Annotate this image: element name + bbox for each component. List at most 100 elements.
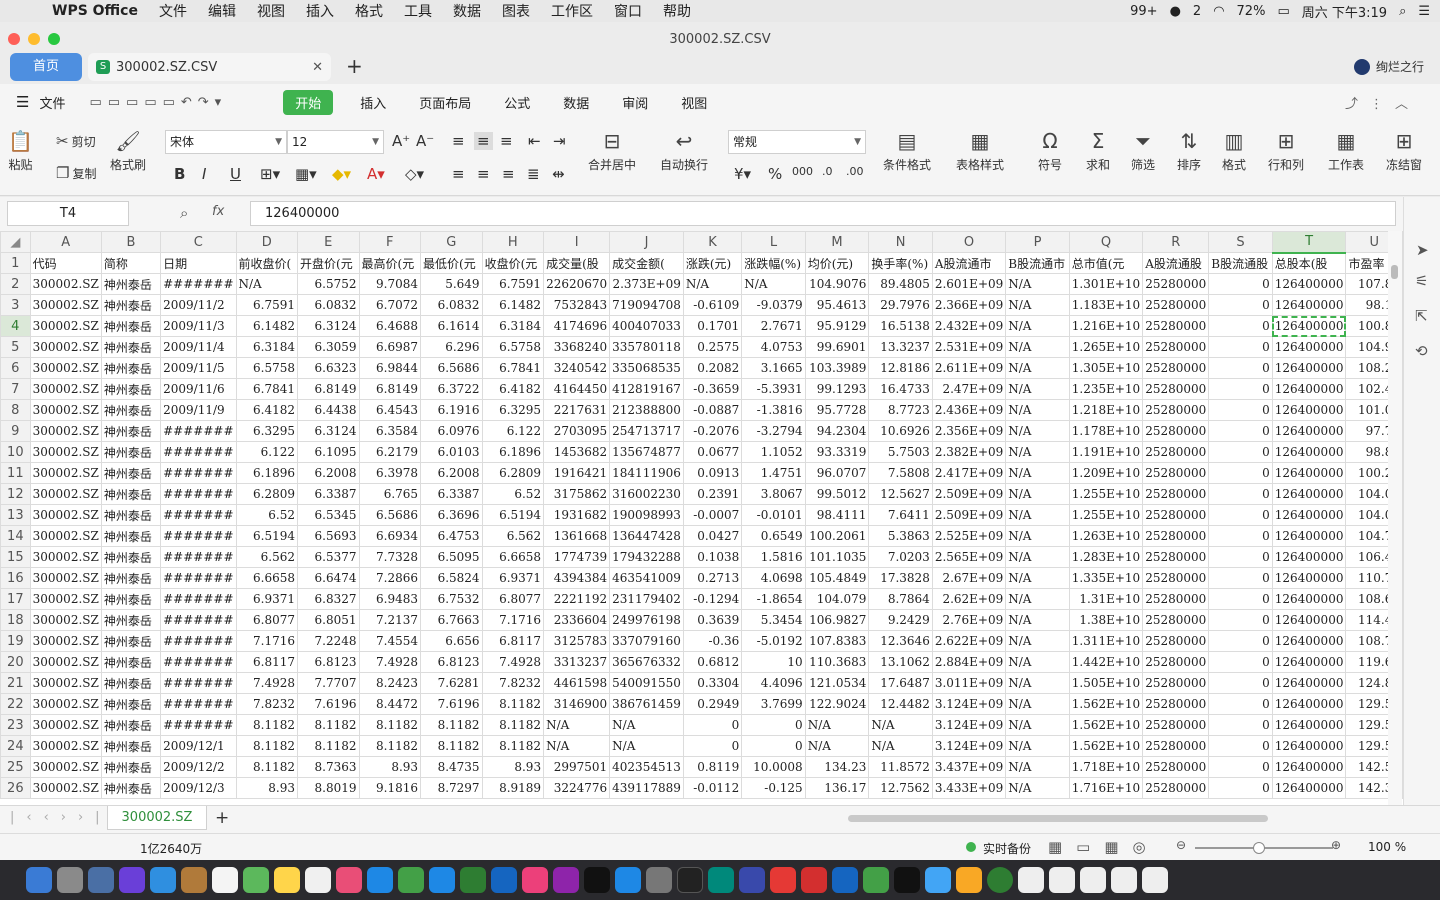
name-box[interactable]: T4: [7, 201, 129, 226]
cell[interactable]: 神州泰岳: [100, 756, 162, 778]
cell[interactable]: 2336604: [543, 609, 611, 631]
cell[interactable]: 神州泰岳: [100, 735, 162, 757]
cell[interactable]: 6.3184: [481, 315, 545, 337]
cell[interactable]: 6.5752: [297, 273, 360, 295]
cell[interactable]: 6.7663: [420, 609, 483, 631]
cell[interactable]: 104.079: [804, 588, 870, 610]
minimized-window-1[interactable]: [1018, 867, 1044, 893]
row-header[interactable]: 16: [0, 567, 31, 589]
cell[interactable]: 5.3454: [741, 609, 806, 631]
cell[interactable]: 6.9371: [481, 567, 545, 589]
cell[interactable]: 0: [1208, 399, 1273, 421]
cell[interactable]: 2.417E+09: [931, 462, 1007, 484]
cell[interactable]: 成交量(股: [543, 252, 611, 274]
row-header[interactable]: 3: [0, 294, 31, 316]
cell[interactable]: 300002.SZ: [29, 546, 102, 568]
cell[interactable]: 0.6549: [741, 525, 806, 547]
cell[interactable]: N/A: [1005, 462, 1070, 484]
align-left-icon[interactable]: ≡: [452, 165, 465, 183]
cell[interactable]: N/A: [1005, 693, 1070, 715]
horizontal-scroll-thumb[interactable]: [848, 815, 1268, 822]
fill-color-icon[interactable]: ◆▾: [332, 165, 351, 183]
cell[interactable]: #######: [160, 651, 237, 673]
cell[interactable]: 6.1482: [235, 315, 299, 337]
cell[interactable]: 2.76E+09: [931, 609, 1007, 631]
cell[interactable]: 25280000: [1142, 336, 1210, 358]
cell[interactable]: N/A: [868, 735, 933, 757]
cell[interactable]: 300002.SZ: [29, 525, 102, 547]
cell[interactable]: -0.36: [682, 630, 743, 652]
cell[interactable]: 300002.SZ: [29, 399, 102, 421]
cell[interactable]: 126400000: [1271, 756, 1347, 778]
cell[interactable]: 1.235E+10: [1068, 378, 1144, 400]
cell[interactable]: 719094708: [609, 294, 684, 316]
cell[interactable]: 1.216E+10: [1068, 315, 1144, 337]
cell[interactable]: 0: [741, 714, 806, 736]
cell[interactable]: #######: [160, 525, 237, 547]
underline-icon[interactable]: U: [230, 165, 241, 183]
cell[interactable]: 7.2137: [358, 609, 422, 631]
cell[interactable]: 8.1182: [420, 735, 483, 757]
cell[interactable]: #######: [160, 672, 237, 694]
realtime-backup-label[interactable]: 实时备份: [983, 840, 1031, 857]
cell[interactable]: N/A: [1005, 441, 1070, 463]
cell[interactable]: 89.4805: [868, 273, 933, 295]
cell[interactable]: 7.0203: [868, 546, 933, 568]
cell[interactable]: 3146900: [543, 693, 611, 715]
cell[interactable]: 2009/11/2: [160, 294, 237, 316]
cell[interactable]: 300002.SZ: [29, 735, 102, 757]
row-header[interactable]: 22: [0, 693, 31, 715]
cell[interactable]: 337079160: [609, 630, 684, 652]
cell[interactable]: N/A: [1005, 420, 1070, 442]
cell[interactable]: 25280000: [1142, 504, 1210, 526]
column-header[interactable]: G: [420, 231, 483, 253]
view-mode-icons[interactable]: ▦▭▦◎: [1048, 838, 1160, 856]
keynote-icon[interactable]: [491, 867, 517, 893]
cell[interactable]: 6.1896: [481, 441, 545, 463]
cell[interactable]: 6.4753: [420, 525, 483, 547]
cell[interactable]: 1.562E+10: [1068, 714, 1144, 736]
cell[interactable]: 12.8186: [868, 357, 933, 379]
cell[interactable]: 2.373E+09: [609, 273, 684, 295]
font-color-icon[interactable]: A▾: [367, 165, 385, 183]
cell[interactable]: 1.283E+10: [1068, 546, 1144, 568]
cell[interactable]: 25280000: [1142, 714, 1210, 736]
cell[interactable]: 249976198: [609, 609, 684, 631]
cell[interactable]: 8.1182: [481, 693, 545, 715]
cell[interactable]: 6.7841: [481, 357, 545, 379]
cell[interactable]: N/A: [1005, 588, 1070, 610]
cell[interactable]: N/A: [804, 714, 870, 736]
cell[interactable]: 0.2713: [682, 567, 743, 589]
cell[interactable]: 95.7728: [804, 399, 870, 421]
cell[interactable]: 104.9076: [804, 273, 870, 295]
decrease-font-icon[interactable]: A⁻: [416, 132, 434, 150]
eraser-icon[interactable]: ◇▾: [405, 165, 424, 183]
new-tab-button[interactable]: +: [346, 54, 363, 78]
cell[interactable]: 2009/11/4: [160, 336, 237, 358]
cell[interactable]: 95.4613: [804, 294, 870, 316]
cell[interactable]: 6.3978: [358, 462, 422, 484]
cell[interactable]: 1.335E+10: [1068, 567, 1144, 589]
cell[interactable]: 25280000: [1142, 756, 1210, 778]
clock[interactable]: 周六 下午3:19: [1302, 2, 1387, 21]
cell[interactable]: 99.5012: [804, 483, 870, 505]
cell[interactable]: -0.0112: [682, 777, 743, 799]
user-account[interactable]: 绚烂之行: [1353, 58, 1424, 75]
sheet-tab-300002[interactable]: 300002.SZ: [107, 806, 207, 830]
cell[interactable]: #######: [160, 483, 237, 505]
cell[interactable]: 0.2391: [682, 483, 743, 505]
cell[interactable]: 总股本(股: [1271, 252, 1347, 274]
menu-insert[interactable]: 插入: [306, 1, 334, 21]
cell[interactable]: 0.6812: [682, 651, 743, 673]
increase-decimal-icon[interactable]: .0: [822, 165, 833, 178]
cell[interactable]: 1.255E+10: [1068, 483, 1144, 505]
cell[interactable]: 0: [741, 735, 806, 757]
row-header[interactable]: 13: [0, 504, 31, 526]
cell[interactable]: 6.4543: [358, 399, 422, 421]
cell[interactable]: -0.3659: [682, 378, 743, 400]
share-panel-icon[interactable]: ⇱: [1415, 307, 1428, 325]
cell[interactable]: 2009/11/3: [160, 315, 237, 337]
cell[interactable]: -0.125: [741, 777, 806, 799]
cell[interactable]: 1.191E+10: [1068, 441, 1144, 463]
cell[interactable]: 126400000: [1271, 630, 1347, 652]
